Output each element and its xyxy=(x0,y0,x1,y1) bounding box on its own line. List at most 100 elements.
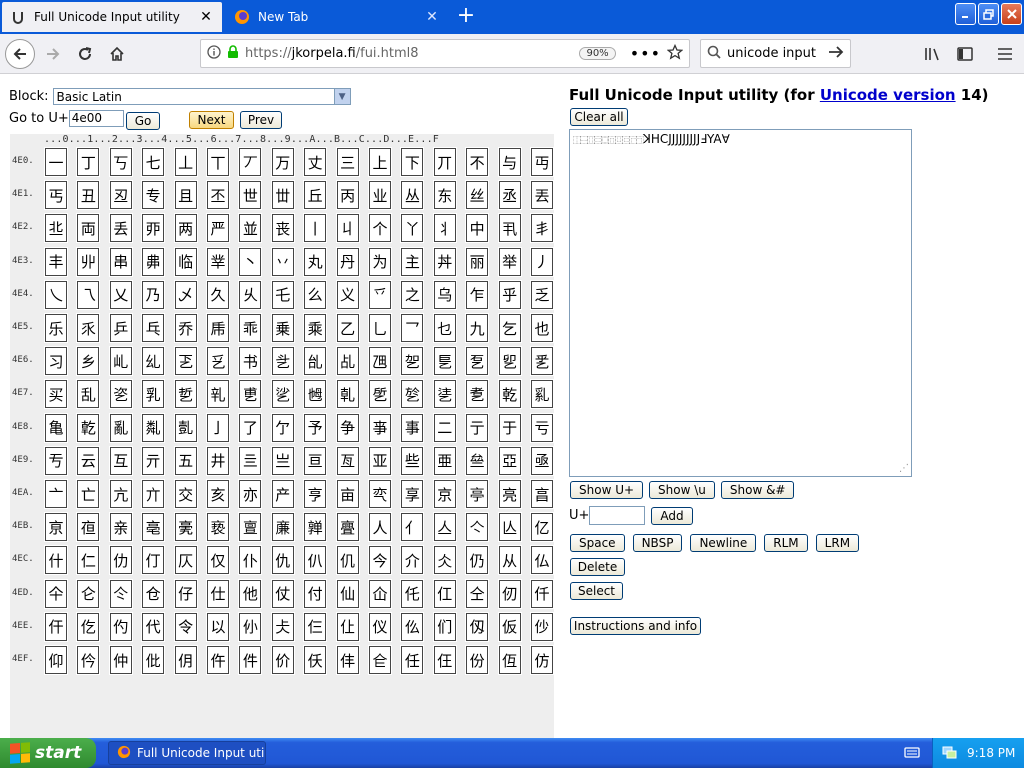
char-cell[interactable]: 了 xyxy=(238,412,263,443)
restore-button[interactable] xyxy=(978,3,999,25)
char-cell[interactable]: 丮 xyxy=(497,213,522,244)
char-cell[interactable]: 乭 xyxy=(465,346,490,377)
char-cell[interactable]: 仢 xyxy=(108,611,133,642)
char-cell[interactable]: 们 xyxy=(432,611,457,642)
char-cell[interactable]: 仕 xyxy=(206,578,230,609)
char-cell[interactable]: 乺 xyxy=(368,379,392,410)
char-cell[interactable]: 乿 xyxy=(530,379,554,410)
char-cell[interactable]: 亭 xyxy=(465,479,490,509)
char-cell[interactable]: 丢 xyxy=(108,213,133,244)
char-cell[interactable]: 丠 xyxy=(44,213,68,244)
delete-button[interactable]: Delete xyxy=(570,558,625,576)
char-cell[interactable]: 乜 xyxy=(432,313,457,343)
char-cell[interactable]: 亁 xyxy=(76,412,101,443)
char-cell[interactable]: 亠 xyxy=(44,479,68,509)
char-cell[interactable]: 云 xyxy=(76,445,101,476)
char-cell[interactable]: 且 xyxy=(173,180,198,211)
char-cell[interactable]: 份 xyxy=(465,645,490,675)
char-cell[interactable]: 丱 xyxy=(76,246,101,277)
char-cell[interactable]: 並 xyxy=(238,213,263,244)
char-cell[interactable]: 今 xyxy=(368,545,392,576)
char-cell[interactable]: 亷 xyxy=(270,512,295,543)
tab-full-unicode[interactable]: Full Unicode Input utility ✕ xyxy=(2,2,222,32)
char-cell[interactable]: 両 xyxy=(76,213,101,244)
nbsp-button[interactable]: NBSP xyxy=(632,534,683,552)
char-cell[interactable]: 乀 xyxy=(44,279,68,310)
char-cell[interactable]: 乞 xyxy=(497,313,522,343)
char-cell[interactable]: 丑 xyxy=(76,180,101,211)
char-cell[interactable]: 丐 xyxy=(44,180,68,211)
char-cell[interactable]: 亏 xyxy=(530,412,554,443)
char-cell[interactable]: 丈 xyxy=(303,147,328,177)
char-cell[interactable]: 仫 xyxy=(400,611,425,642)
char-cell[interactable]: 严 xyxy=(206,213,230,244)
char-cell[interactable]: 丧 xyxy=(270,213,295,244)
char-cell[interactable]: 么 xyxy=(303,279,328,310)
char-cell[interactable]: 亮 xyxy=(497,479,522,509)
char-cell[interactable]: 丄 xyxy=(173,147,198,177)
char-cell[interactable]: 仞 xyxy=(497,578,522,609)
char-cell[interactable]: 习 xyxy=(44,346,68,377)
char-cell[interactable]: 上 xyxy=(368,147,392,177)
char-cell[interactable]: 仆 xyxy=(238,545,263,576)
char-cell[interactable]: 仏 xyxy=(530,545,554,576)
char-cell[interactable]: 丕 xyxy=(206,180,230,211)
char-cell[interactable]: 丳 xyxy=(141,246,166,277)
resize-grip-icon[interactable]: ⋰ xyxy=(899,463,909,474)
char-cell[interactable]: 享 xyxy=(400,479,425,509)
char-cell[interactable]: 乣 xyxy=(141,346,166,377)
char-cell[interactable]: 丟 xyxy=(530,180,554,211)
char-cell[interactable]: 乓 xyxy=(141,313,166,343)
char-cell[interactable]: 亊 xyxy=(368,412,392,443)
char-cell[interactable]: 东 xyxy=(432,180,457,211)
char-cell[interactable]: 二 xyxy=(432,412,457,443)
char-cell[interactable]: 丌 xyxy=(432,147,457,177)
char-cell[interactable]: 人 xyxy=(368,512,392,543)
char-cell[interactable]: 亟 xyxy=(530,445,554,476)
char-cell[interactable]: 仇 xyxy=(270,545,295,576)
char-cell[interactable]: 仜 xyxy=(432,578,457,609)
tab-new-tab[interactable]: New Tab ✕ xyxy=(226,2,448,32)
char-cell[interactable]: 举 xyxy=(497,246,522,277)
window-close-button[interactable] xyxy=(1001,3,1022,25)
back-button[interactable] xyxy=(5,39,35,69)
char-cell[interactable]: 三 xyxy=(335,147,360,177)
char-cell[interactable]: 仳 xyxy=(141,645,166,675)
char-cell[interactable]: 仔 xyxy=(173,578,198,609)
char-cell[interactable]: 亞 xyxy=(497,445,522,476)
char-cell[interactable]: 争 xyxy=(335,412,360,443)
char-cell[interactable]: 仾 xyxy=(497,645,522,675)
char-cell[interactable]: 乘 xyxy=(303,313,328,343)
char-cell[interactable]: 乎 xyxy=(497,279,522,310)
new-tab-button[interactable]: + xyxy=(452,4,480,30)
char-cell[interactable]: 亣 xyxy=(141,479,166,509)
char-cell[interactable]: 仭 xyxy=(465,611,490,642)
char-cell[interactable]: 仺 xyxy=(368,645,392,675)
char-cell[interactable]: 仼 xyxy=(432,645,457,675)
char-cell[interactable]: 丫 xyxy=(400,213,425,244)
char-cell[interactable]: 仁 xyxy=(76,545,101,576)
char-cell[interactable]: 乽 xyxy=(465,379,490,410)
char-cell[interactable]: 任 xyxy=(400,645,425,675)
char-cell[interactable]: 亾 xyxy=(497,512,522,543)
char-cell[interactable]: 丷 xyxy=(270,246,295,277)
char-cell[interactable]: 仡 xyxy=(76,611,101,642)
char-cell[interactable]: 乮 xyxy=(497,346,522,377)
char-cell[interactable]: 两 xyxy=(173,213,198,244)
search-bar[interactable]: unicode input xyxy=(700,39,851,68)
char-cell[interactable]: 他 xyxy=(238,578,263,609)
char-cell[interactable]: 丣 xyxy=(141,213,166,244)
char-cell[interactable]: 临 xyxy=(173,246,198,277)
char-cell[interactable]: 丆 xyxy=(238,147,263,177)
char-cell[interactable]: 也 xyxy=(530,313,554,343)
char-cell[interactable]: 仱 xyxy=(76,645,101,675)
taskbar-item-firefox[interactable]: Full Unicode Input util... xyxy=(108,741,266,765)
show-html-entity-button[interactable]: Show &# xyxy=(720,481,795,499)
forward-button[interactable] xyxy=(38,39,68,69)
char-cell[interactable]: 丿 xyxy=(530,246,554,277)
newline-button[interactable]: Newline xyxy=(690,534,757,552)
char-cell[interactable]: 乫 xyxy=(400,346,425,377)
char-cell[interactable]: 仐 xyxy=(44,578,68,609)
char-cell[interactable]: 乐 xyxy=(44,313,68,343)
clear-all-button[interactable]: Clear all xyxy=(570,108,628,126)
